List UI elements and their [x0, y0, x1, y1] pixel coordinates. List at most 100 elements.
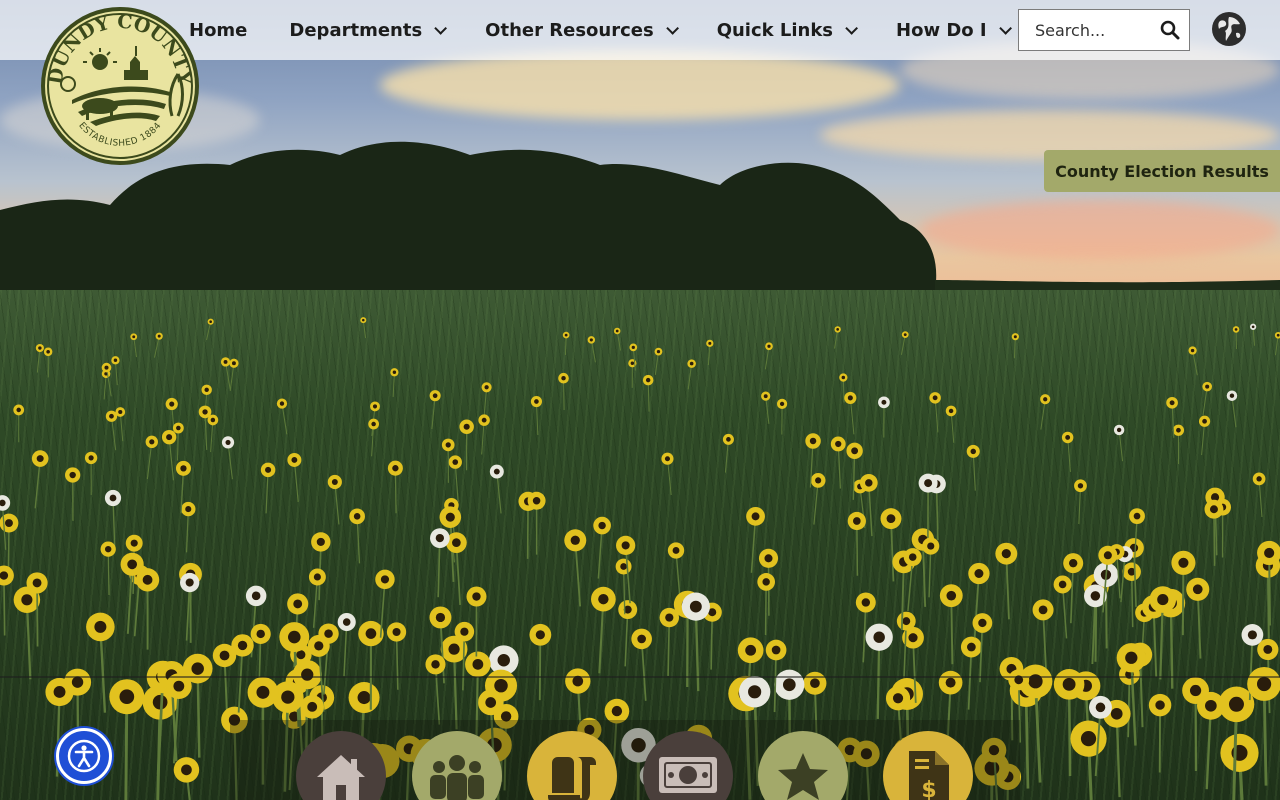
sunflower — [1053, 575, 1072, 639]
sunflower — [1274, 331, 1280, 356]
nav-quick-links[interactable]: Quick Links — [716, 19, 859, 41]
sunflower — [109, 679, 145, 800]
sunflower — [591, 586, 616, 674]
sunflower — [13, 586, 41, 680]
sunflower — [659, 607, 680, 676]
sunflower — [430, 528, 450, 598]
sunflower — [478, 414, 490, 455]
nav-departments[interactable]: Departments — [289, 20, 448, 41]
sunflower — [776, 398, 788, 435]
nav-other-resources[interactable]: Other Resources — [485, 20, 679, 41]
sunflower — [1247, 667, 1280, 786]
sunflower — [1226, 390, 1238, 428]
fence-wire — [0, 676, 1280, 678]
sunflower — [130, 333, 138, 358]
sunflower — [564, 529, 587, 607]
sunflower — [105, 410, 118, 451]
sunflower — [960, 636, 982, 710]
sunflower — [101, 362, 112, 397]
sunflower — [706, 339, 714, 366]
sunflower — [1074, 479, 1087, 525]
sunflower — [276, 398, 288, 435]
search-input[interactable] — [1019, 10, 1151, 50]
sunflower — [654, 347, 663, 375]
chevron-down-icon — [845, 21, 859, 35]
sunflower — [145, 435, 158, 480]
sunflower — [153, 332, 163, 358]
sunflower — [1202, 381, 1212, 416]
sunflower — [562, 331, 570, 355]
sunflower — [390, 368, 399, 397]
sunflower — [945, 405, 957, 443]
sunflower — [530, 395, 543, 435]
sunflower — [830, 436, 846, 489]
sunflower — [198, 405, 212, 450]
sunflower — [1061, 431, 1074, 472]
sunflower — [43, 347, 53, 378]
sunflower — [260, 462, 276, 514]
chevron-down-icon — [665, 21, 679, 35]
sunflower — [939, 584, 963, 665]
sunflower — [527, 491, 546, 555]
invoice-icon: $ — [909, 751, 949, 800]
sunflower — [687, 359, 696, 390]
sunflower — [587, 336, 596, 363]
sunflower — [181, 501, 196, 553]
sunflower — [115, 407, 126, 442]
sunflower — [0, 565, 14, 636]
accessibility-button[interactable] — [56, 728, 112, 784]
svg-text:$: $ — [921, 778, 936, 800]
sunflower — [833, 326, 841, 349]
sunflower — [311, 532, 331, 601]
county-seal-logo[interactable]: DUNDY COUNTY ESTABLISHED 1884 — [38, 6, 202, 166]
county-election-results-button[interactable]: County Election Results — [1044, 150, 1280, 192]
sunflower — [120, 552, 144, 634]
sunflower — [1113, 424, 1125, 462]
main-navigation: Home Departments Other Resources Quick L… — [189, 0, 1050, 60]
sunflower — [466, 586, 487, 657]
sunflower — [661, 452, 674, 496]
sunflower — [387, 460, 403, 514]
sunflower — [757, 573, 776, 635]
chevron-down-icon — [434, 21, 448, 35]
sunflower — [847, 511, 866, 576]
sunflower — [761, 391, 771, 424]
language-button[interactable] — [1211, 11, 1247, 47]
sunflower — [1011, 333, 1019, 359]
sunflower — [207, 414, 219, 453]
people-icon — [430, 755, 484, 800]
sunflower — [489, 464, 504, 514]
star-icon — [778, 753, 828, 800]
sunflower — [1053, 669, 1085, 777]
sunflower — [1032, 599, 1054, 673]
sunflower — [613, 327, 621, 351]
search-button[interactable] — [1151, 10, 1189, 50]
sunflower — [104, 489, 122, 547]
sunflower — [1220, 733, 1259, 800]
sunflower — [903, 548, 922, 612]
sunflower — [1070, 720, 1107, 800]
sunflower — [1232, 326, 1240, 350]
nav-how-do-i[interactable]: How Do I — [896, 20, 1012, 41]
sunflower — [425, 654, 446, 725]
sunflower — [631, 628, 652, 701]
sunflower — [1182, 677, 1209, 771]
sunflower — [349, 508, 365, 564]
nav-quick-links-label: Quick Links — [716, 19, 834, 41]
sunflower — [667, 542, 685, 600]
sunflower — [1186, 577, 1210, 659]
sunflower — [31, 450, 49, 509]
home-icon — [317, 755, 365, 800]
sunflower — [229, 358, 239, 392]
sunflower — [1249, 323, 1257, 346]
globe-icon — [1212, 12, 1246, 46]
sunflower — [13, 404, 25, 443]
sunflower — [810, 473, 826, 525]
sunflower — [1198, 415, 1211, 456]
search-box — [1018, 9, 1190, 51]
sunflower — [220, 357, 231, 390]
sunflower — [386, 622, 407, 690]
scroll-icon — [548, 757, 596, 800]
sunflower — [1188, 346, 1198, 376]
sunflower — [327, 474, 342, 525]
